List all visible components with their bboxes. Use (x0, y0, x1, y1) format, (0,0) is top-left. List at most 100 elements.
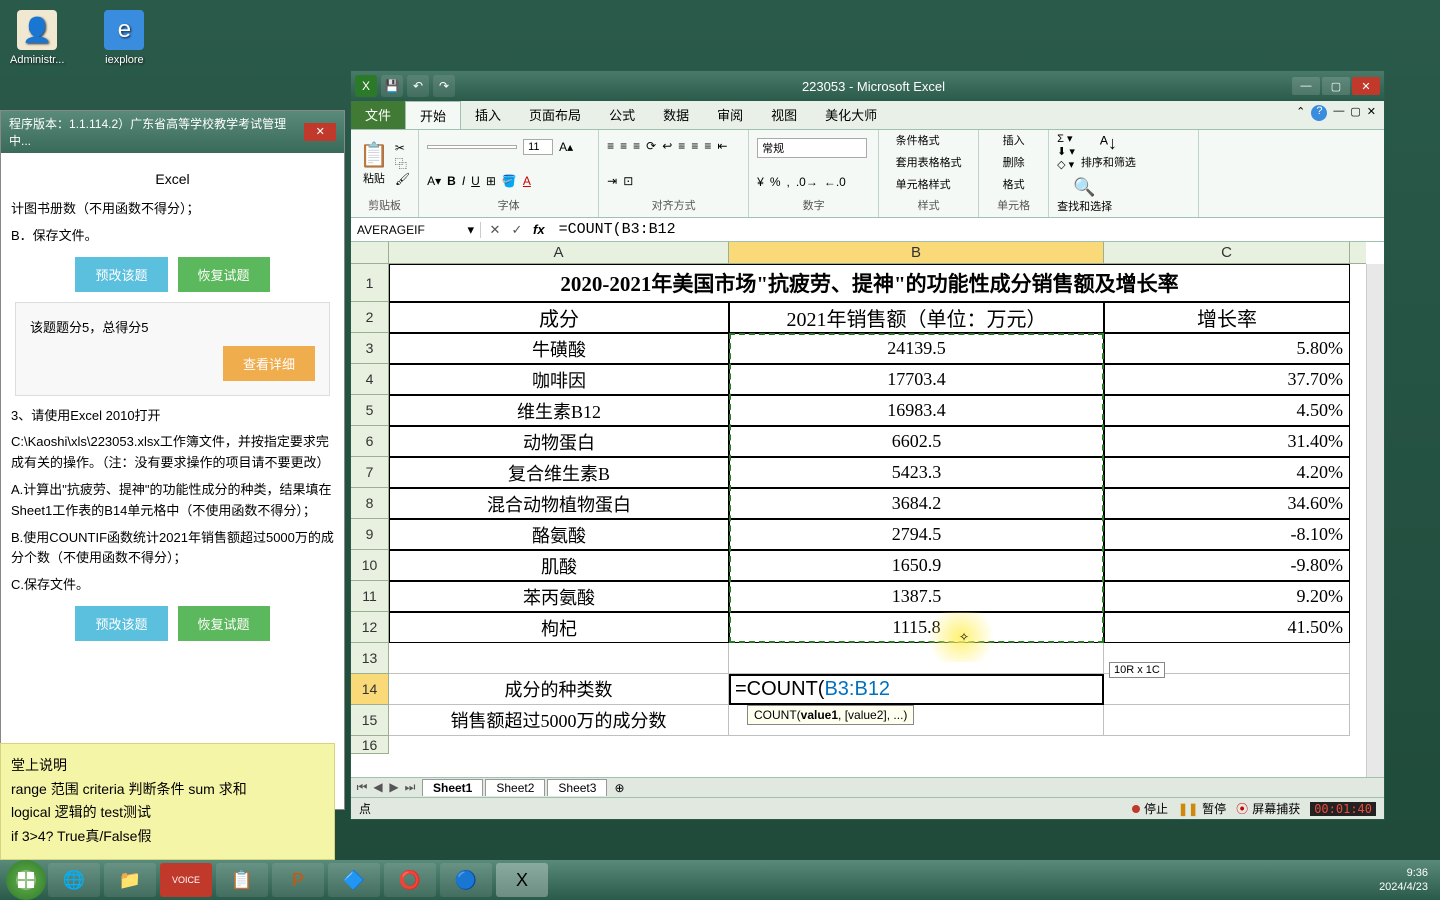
row-header[interactable]: 1 (351, 264, 389, 302)
name-box-input[interactable] (357, 223, 467, 237)
cell[interactable]: 24139.5 (729, 333, 1104, 364)
row-header[interactable]: 8 (351, 488, 389, 519)
preview-button-2[interactable]: 预改该题 (75, 606, 167, 641)
vertical-scrollbar[interactable] (1366, 264, 1384, 777)
desktop-icon-ie[interactable]: e iexplore (104, 10, 144, 66)
desktop-icon-admin[interactable]: 👤 Administr... (10, 10, 64, 66)
align-right-icon[interactable]: ≡ (704, 139, 711, 153)
row-header[interactable]: 10 (351, 550, 389, 581)
cell-editing[interactable]: =COUNT(B3:B12 (729, 674, 1104, 705)
cell[interactable]: 2020-2021年美国市场"抗疲劳、提神"的功能性成分销售额及增长率 (389, 264, 1350, 302)
find-icon[interactable]: 🔍 (1057, 177, 1112, 198)
cell[interactable]: 1650.9 (729, 550, 1104, 581)
cell[interactable]: 成分的种类数 (389, 674, 729, 705)
row-header[interactable]: 9 (351, 519, 389, 550)
wrap-text-icon[interactable]: ↩ (662, 139, 672, 153)
table-format-button[interactable]: 套用表格格式 (896, 154, 962, 170)
tab-review[interactable]: 审阅 (703, 101, 757, 129)
number-format-combo[interactable]: 常规 (757, 138, 867, 158)
restore-button[interactable]: 恢复试题 (178, 257, 270, 292)
stop-button[interactable]: 停止 (1132, 800, 1168, 817)
col-header-b[interactable]: B (729, 242, 1104, 263)
row-header[interactable]: 14 (351, 674, 389, 705)
row-header[interactable]: 5 (351, 395, 389, 426)
align-mid-icon[interactable]: ≡ (620, 139, 627, 153)
border-icon[interactable]: ⊞ (486, 174, 496, 188)
grow-font-icon[interactable]: A▴ (559, 140, 573, 154)
sheet-prev-icon[interactable]: ◀ (371, 780, 385, 795)
currency-icon[interactable]: ¥ (757, 175, 764, 189)
system-tray[interactable]: 9:36 2024/4/23 (1379, 866, 1434, 895)
cell[interactable]: 3684.2 (729, 488, 1104, 519)
comma-icon[interactable]: , (786, 175, 789, 189)
sticky-note[interactable]: 堂上说明 range 范围 criteria 判断条件 sum 求和 logic… (0, 743, 335, 860)
cell[interactable]: 苯丙氨酸 (389, 581, 729, 612)
cell[interactable]: 维生素B12 (389, 395, 729, 426)
task-chrome[interactable]: ⭕ (384, 863, 436, 897)
tab-data[interactable]: 数据 (649, 101, 703, 129)
sheet-tab[interactable]: Sheet3 (547, 779, 607, 796)
clear-icon[interactable]: ◇ ▾ (1057, 158, 1075, 171)
delete-button[interactable]: 删除 (1003, 154, 1025, 170)
format-painter-icon[interactable]: 🖌 (395, 172, 410, 186)
enter-icon[interactable]: ✓ (507, 222, 527, 238)
select-all-corner[interactable] (351, 242, 389, 263)
cell[interactable]: -9.80% (1104, 550, 1350, 581)
cell[interactable]: 复合维生素B (389, 457, 729, 488)
row-header[interactable]: 12 (351, 612, 389, 643)
cell[interactable]: 咖啡因 (389, 364, 729, 395)
maximize-icon[interactable]: ▢ (1322, 77, 1350, 95)
row-header[interactable]: 15 (351, 705, 389, 736)
col-header-a[interactable]: A (389, 242, 729, 263)
align-center-icon[interactable]: ≡ (691, 139, 698, 153)
cell[interactable]: -8.10% (1104, 519, 1350, 550)
fontsize-combo[interactable]: 11 (523, 139, 553, 155)
cell[interactable]: 37.70% (1104, 364, 1350, 395)
cell[interactable] (1104, 674, 1350, 705)
col-header-c[interactable]: C (1104, 242, 1350, 263)
capture-button[interactable]: ⦿屏幕捕获 (1236, 800, 1300, 817)
formula-input[interactable]: =COUNT(B3:B12 (553, 221, 1384, 238)
task-excel[interactable]: X (496, 863, 548, 897)
align-bot-icon[interactable]: ≡ (633, 139, 640, 153)
cond-format-button[interactable]: 条件格式 (896, 132, 940, 148)
cell[interactable]: 31.40% (1104, 426, 1350, 457)
cell[interactable]: 2794.5 (729, 519, 1104, 550)
task-explorer[interactable]: 📁 (104, 863, 156, 897)
cell-styles-button[interactable]: 单元格样式 (896, 176, 951, 192)
fill-icon[interactable]: ⬇ ▾ (1057, 145, 1075, 158)
merge-icon[interactable]: ⊡ (623, 174, 633, 188)
indent-inc-icon[interactable]: ⇥ (607, 174, 617, 188)
cell[interactable]: 6602.5 (729, 426, 1104, 457)
row-header[interactable]: 6 (351, 426, 389, 457)
insert-button[interactable]: 插入 (1003, 132, 1025, 148)
italic-icon[interactable]: I (462, 174, 465, 188)
row-header[interactable]: 11 (351, 581, 389, 612)
tab-insert[interactable]: 插入 (461, 101, 515, 129)
close-icon[interactable]: ✕ (304, 123, 336, 141)
align-top-icon[interactable]: ≡ (607, 139, 614, 153)
shrink-font-icon[interactable]: A▾ (427, 174, 441, 188)
font-combo[interactable] (427, 145, 517, 149)
sheet-first-icon[interactable]: ⏮ (355, 780, 369, 795)
copy-icon[interactable]: ⿻ (395, 155, 410, 172)
help-icon[interactable]: ? (1311, 105, 1327, 121)
name-box[interactable]: ▾ (351, 222, 481, 238)
workbook-close-icon[interactable]: ✕ (1367, 105, 1376, 125)
task-app2[interactable]: 🔷 (328, 863, 380, 897)
task-voicemeeter[interactable]: VOICE (160, 863, 212, 897)
task-app[interactable]: 📋 (216, 863, 268, 897)
task-app3[interactable]: 🔵 (440, 863, 492, 897)
spreadsheet-grid[interactable]: A B C 1 2 3 4 5 6 7 8 9 10 11 12 13 14 1… (351, 242, 1384, 777)
cell[interactable]: 1387.5 (729, 581, 1104, 612)
cell[interactable]: 17703.4 (729, 364, 1104, 395)
close-icon[interactable]: ✕ (1352, 77, 1380, 95)
sheet-next-icon[interactable]: ▶ (387, 780, 401, 795)
minimize-ribbon-icon[interactable]: ⌃ (1296, 105, 1305, 125)
row-header[interactable]: 7 (351, 457, 389, 488)
dec-decimal-icon[interactable]: ←.0 (824, 175, 846, 189)
cell[interactable]: 销售额超过5000万的成分数 (389, 705, 729, 736)
cell[interactable]: 肌酸 (389, 550, 729, 581)
excel-titlebar[interactable]: X 💾 ↶ ↷ 223053 - Microsoft Excel — ▢ ✕ (351, 71, 1384, 101)
cell[interactable]: 16983.4 (729, 395, 1104, 426)
